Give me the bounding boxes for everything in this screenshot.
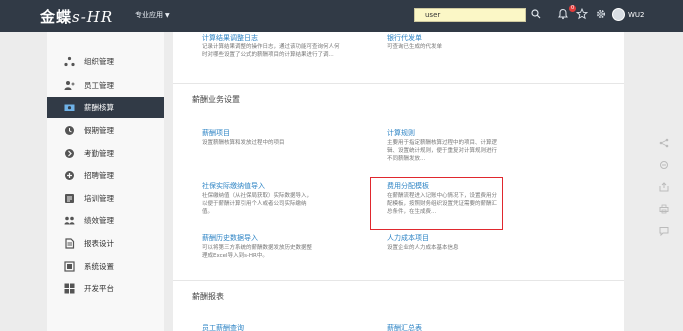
sidebar-item-org[interactable]: 组织管理: [47, 51, 164, 72]
card-title-salary-item[interactable]: 薪酬项目: [202, 128, 230, 138]
share-icon[interactable]: [659, 138, 669, 148]
card-title-social-import[interactable]: 社保实际缴纳值导入: [202, 181, 265, 191]
search-icon[interactable]: [531, 9, 541, 19]
sidebar-item-label: 考勤管理: [84, 149, 114, 158]
leave-icon: [65, 126, 74, 135]
sidebar-item-report[interactable]: 报表设计: [47, 233, 164, 254]
sidebar-item-training[interactable]: 培训管理: [47, 188, 164, 209]
sidebar-item-label: 报表设计: [84, 239, 114, 248]
performance-icon: [64, 216, 75, 225]
avatar[interactable]: [612, 8, 625, 21]
sidebar-item-salary[interactable]: 薪酬核算: [47, 97, 164, 118]
settings-icon: [64, 261, 75, 272]
training-icon: [65, 194, 74, 203]
sidebar-item-employee[interactable]: 员工管理: [47, 75, 164, 96]
card-title-calc-log[interactable]: 计算结果调整日志: [202, 33, 258, 43]
sidebar-item-label: 培训管理: [84, 194, 114, 203]
report-icon: [65, 238, 75, 249]
notification-icon[interactable]: [557, 8, 569, 20]
card-desc-salary-item: 设置薪酬核算和发放过程中的项目: [202, 140, 285, 146]
connect-icon[interactable]: [659, 160, 669, 170]
card-title-hr-cost[interactable]: 人力成本项目: [387, 233, 429, 243]
sidebar-item-label: 系统设置: [84, 262, 114, 271]
nav-professional-apps[interactable]: 专业应用 ▼: [135, 10, 170, 20]
org-icon: [64, 56, 75, 67]
chevron-down-icon: ▼: [165, 12, 170, 19]
sidebar-item-attendance[interactable]: 考勤管理: [47, 143, 164, 164]
main-content: 计算结果调整日志 记录计算结果调整的操作日志，通过该功能可查询何人何时对哪些设置…: [173, 32, 624, 331]
app-logo[interactable]: 金蝶s-HR: [40, 6, 113, 27]
highlight-box: [370, 177, 503, 230]
card-title-salary-summary[interactable]: 薪酬汇总表: [387, 323, 422, 331]
card-desc-social-import: 社保缴纳值（从社保局获取）实际数据导入，以便于薪酬计算引用个人或者公司实际缴纳值…: [202, 193, 313, 215]
export-icon[interactable]: [659, 182, 669, 192]
card-desc-bank-payment: 可查询已生成的代发单: [387, 44, 443, 50]
sidebar-item-dev[interactable]: 开发平台: [47, 278, 164, 299]
card-desc-calc-rule: 主要用于指定薪酬核算过程中的项目、计算逻辑、设置统计规则，便于重复对计算规则进行…: [387, 140, 498, 162]
divider: [173, 280, 624, 281]
card-title-calc-rule[interactable]: 计算规则: [387, 128, 415, 138]
sidebar-item-label: 招聘管理: [84, 171, 114, 180]
card-desc-hr-cost: 设置企业的人力成本基本信息: [387, 245, 459, 251]
card-title-bank-payment[interactable]: 银行代发单: [387, 33, 422, 43]
salary-icon: [64, 104, 75, 111]
star-icon[interactable]: [576, 8, 588, 20]
sidebar-item-label: 组织管理: [84, 57, 114, 66]
sidebar-item-recruit[interactable]: 招聘管理: [47, 165, 164, 186]
card-desc-history-import: 可以将第三方系统的薪酬数据发放历史数据整理成Excel导入到s-HR中。: [202, 245, 313, 259]
sidebar: 组织管理 员工管理 薪酬核算 假期管理 考勤管理 招聘管理 培训管理 绩效管理 …: [47, 32, 164, 331]
section-title-report: 薪酬报表: [192, 292, 224, 301]
sidebar-item-label: 员工管理: [84, 81, 114, 90]
logo-cn: 金蝶: [40, 8, 73, 26]
dev-icon: [64, 283, 75, 294]
sidebar-item-settings[interactable]: 系统设置: [47, 256, 164, 277]
section-title-business: 薪酬业务设置: [192, 95, 240, 104]
card-desc-calc-log: 记录计算结果调整的操作日志，通过该功能可查询何人何时对哪些设置了公式的薪酬项目的…: [202, 44, 340, 58]
sidebar-item-leave[interactable]: 假期管理: [47, 120, 164, 141]
card-title-employee-salary-query[interactable]: 员工薪酬查询: [202, 323, 244, 331]
settings-icon[interactable]: [595, 8, 607, 20]
nav-label: 专业应用: [135, 11, 163, 19]
top-bar: 金蝶s-HR 专业应用 ▼ user 0 WU2: [0, 0, 683, 32]
sidebar-item-label: 薪酬核算: [84, 103, 114, 112]
sidebar-item-label: 绩效管理: [84, 216, 114, 225]
username[interactable]: WU2: [628, 11, 645, 19]
comment-icon[interactable]: [659, 226, 669, 236]
attendance-icon: [65, 149, 74, 158]
sidebar-item-performance[interactable]: 绩效管理: [47, 210, 164, 231]
right-toolbar: [653, 130, 673, 250]
logo-en: s-HR: [72, 8, 114, 26]
print-icon[interactable]: [659, 204, 669, 214]
recruit-icon: [65, 171, 74, 180]
employee-icon: [64, 81, 75, 90]
divider: [173, 83, 624, 84]
card-title-history-import[interactable]: 薪酬历史数据导入: [202, 233, 258, 243]
sidebar-item-label: 假期管理: [84, 126, 114, 135]
sidebar-item-label: 开发平台: [84, 284, 114, 293]
search-input[interactable]: user: [414, 8, 526, 22]
